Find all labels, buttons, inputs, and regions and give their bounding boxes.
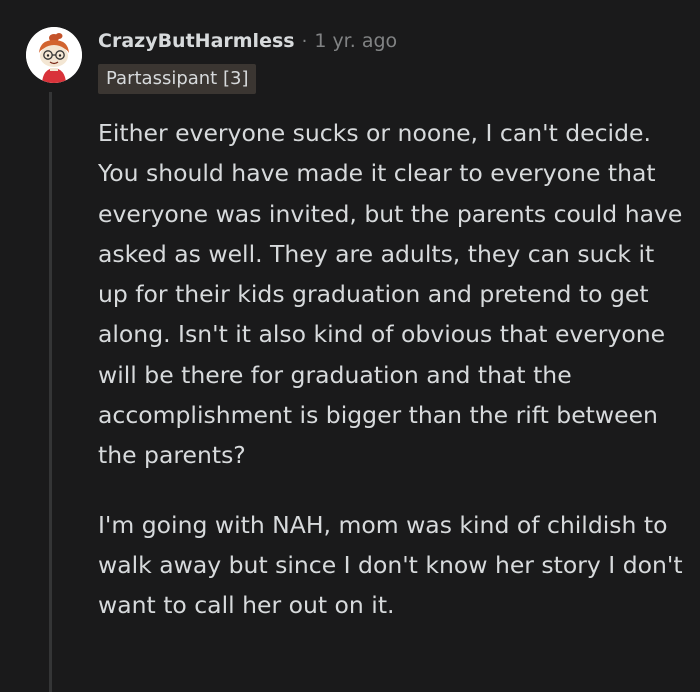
avatar-illustration (26, 27, 82, 83)
thread-collapse-line[interactable] (49, 92, 52, 692)
comment-meta: CrazyButHarmless · 1 yr. ago (98, 26, 397, 56)
comment-body: Either everyone sucks or noone, I can't … (98, 113, 688, 626)
user-avatar[interactable] (26, 27, 82, 83)
username-link[interactable]: CrazyButHarmless (98, 30, 295, 52)
user-flair-badge: Partassipant [3] (98, 64, 257, 94)
comment: CrazyButHarmless · 1 yr. ago Partassipan… (0, 0, 700, 692)
comment-paragraph-1: Either everyone sucks or noone, I can't … (98, 119, 683, 470)
timestamp-link[interactable]: 1 yr. ago (314, 30, 397, 52)
meta-separator: · (301, 30, 308, 52)
comment-paragraph-2: I'm going with NAH, mom was kind of chil… (98, 510, 683, 620)
